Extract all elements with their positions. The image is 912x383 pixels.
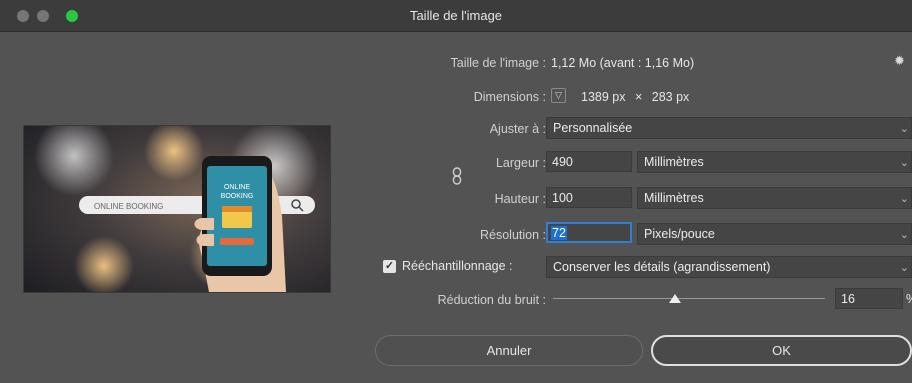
fit-to-select[interactable]: Personnalisée ⌄ [546, 117, 912, 139]
chevron-down-icon: ⌄ [899, 262, 909, 274]
image-size-label: Taille de l'image : [450, 56, 547, 70]
noise-slider-track[interactable] [553, 298, 825, 299]
dimensions-times: × [634, 90, 643, 104]
height-unit-value: Millimètres [644, 191, 704, 205]
ok-button[interactable]: OK [651, 335, 912, 366]
resample-checkbox[interactable]: ✓ [383, 260, 396, 273]
cancel-button[interactable]: Annuler [375, 335, 643, 366]
noise-percent: % [906, 292, 912, 306]
resolution-unit-value: Pixels/pouce [644, 227, 715, 241]
noise-input[interactable]: 16 [835, 288, 903, 309]
checkmark-icon: ✓ [384, 260, 395, 272]
svg-text:BOOKING: BOOKING [221, 193, 254, 200]
height-unit-select[interactable]: Millimètres ⌄ [637, 187, 912, 209]
image-preview: ONLINE BOOKING ONLINE BOOKING [23, 125, 331, 293]
noise-slider-thumb[interactable] [669, 294, 682, 303]
resolution-value: 72 [551, 226, 567, 240]
height-input[interactable]: 100 [546, 187, 632, 208]
dimensions-width: 1389 px [581, 90, 626, 104]
svg-text:ONLINE: ONLINE [224, 184, 250, 191]
chevron-down-icon: ⌄ [899, 193, 909, 205]
resample-method-select[interactable]: Conserver les détails (agrandissement) ⌄ [546, 256, 912, 278]
width-label: Largeur : [495, 156, 546, 170]
fit-to-value: Personnalisée [553, 121, 633, 135]
noise-label: Réduction du bruit : [437, 293, 546, 307]
dimensions-height: 283 px [651, 90, 690, 104]
image-size-value: 1,12 Mo (avant : 1,16 Mo) [551, 56, 695, 70]
width-unit-select[interactable]: Millimètres ⌄ [637, 151, 912, 173]
chevron-down-icon: ▽ [555, 90, 562, 100]
resample-method-value: Conserver les détails (agrandissement) [553, 260, 771, 274]
dimensions-unit-dropdown[interactable]: ▽ [551, 88, 566, 103]
link-constrain-icon[interactable] [452, 167, 464, 187]
dimensions-label: Dimensions : [473, 90, 546, 104]
chevron-down-icon: ⌄ [899, 157, 909, 169]
height-label: Hauteur : [494, 192, 546, 206]
width-input[interactable]: 490 [546, 151, 632, 172]
resolution-input[interactable]: 72 [546, 222, 632, 243]
resolution-label: Résolution : [479, 228, 546, 242]
width-unit-value: Millimètres [644, 155, 704, 169]
window-title: Taille de l'image [409, 8, 503, 23]
chevron-down-icon: ⌄ [899, 229, 909, 241]
preview-image: ONLINE BOOKING ONLINE BOOKING [24, 126, 330, 292]
chevron-down-icon: ⌄ [899, 123, 909, 135]
resolution-unit-select[interactable]: Pixels/pouce ⌄ [637, 223, 912, 245]
resample-label: Rééchantillonnage : [402, 259, 513, 273]
title-bar: Taille de l'image [0, 0, 912, 32]
search-bar-text: ONLINE BOOKING [94, 202, 163, 211]
fit-to-label: Ajuster à : [489, 122, 546, 136]
gear-icon[interactable]: ✹ [894, 53, 905, 69]
